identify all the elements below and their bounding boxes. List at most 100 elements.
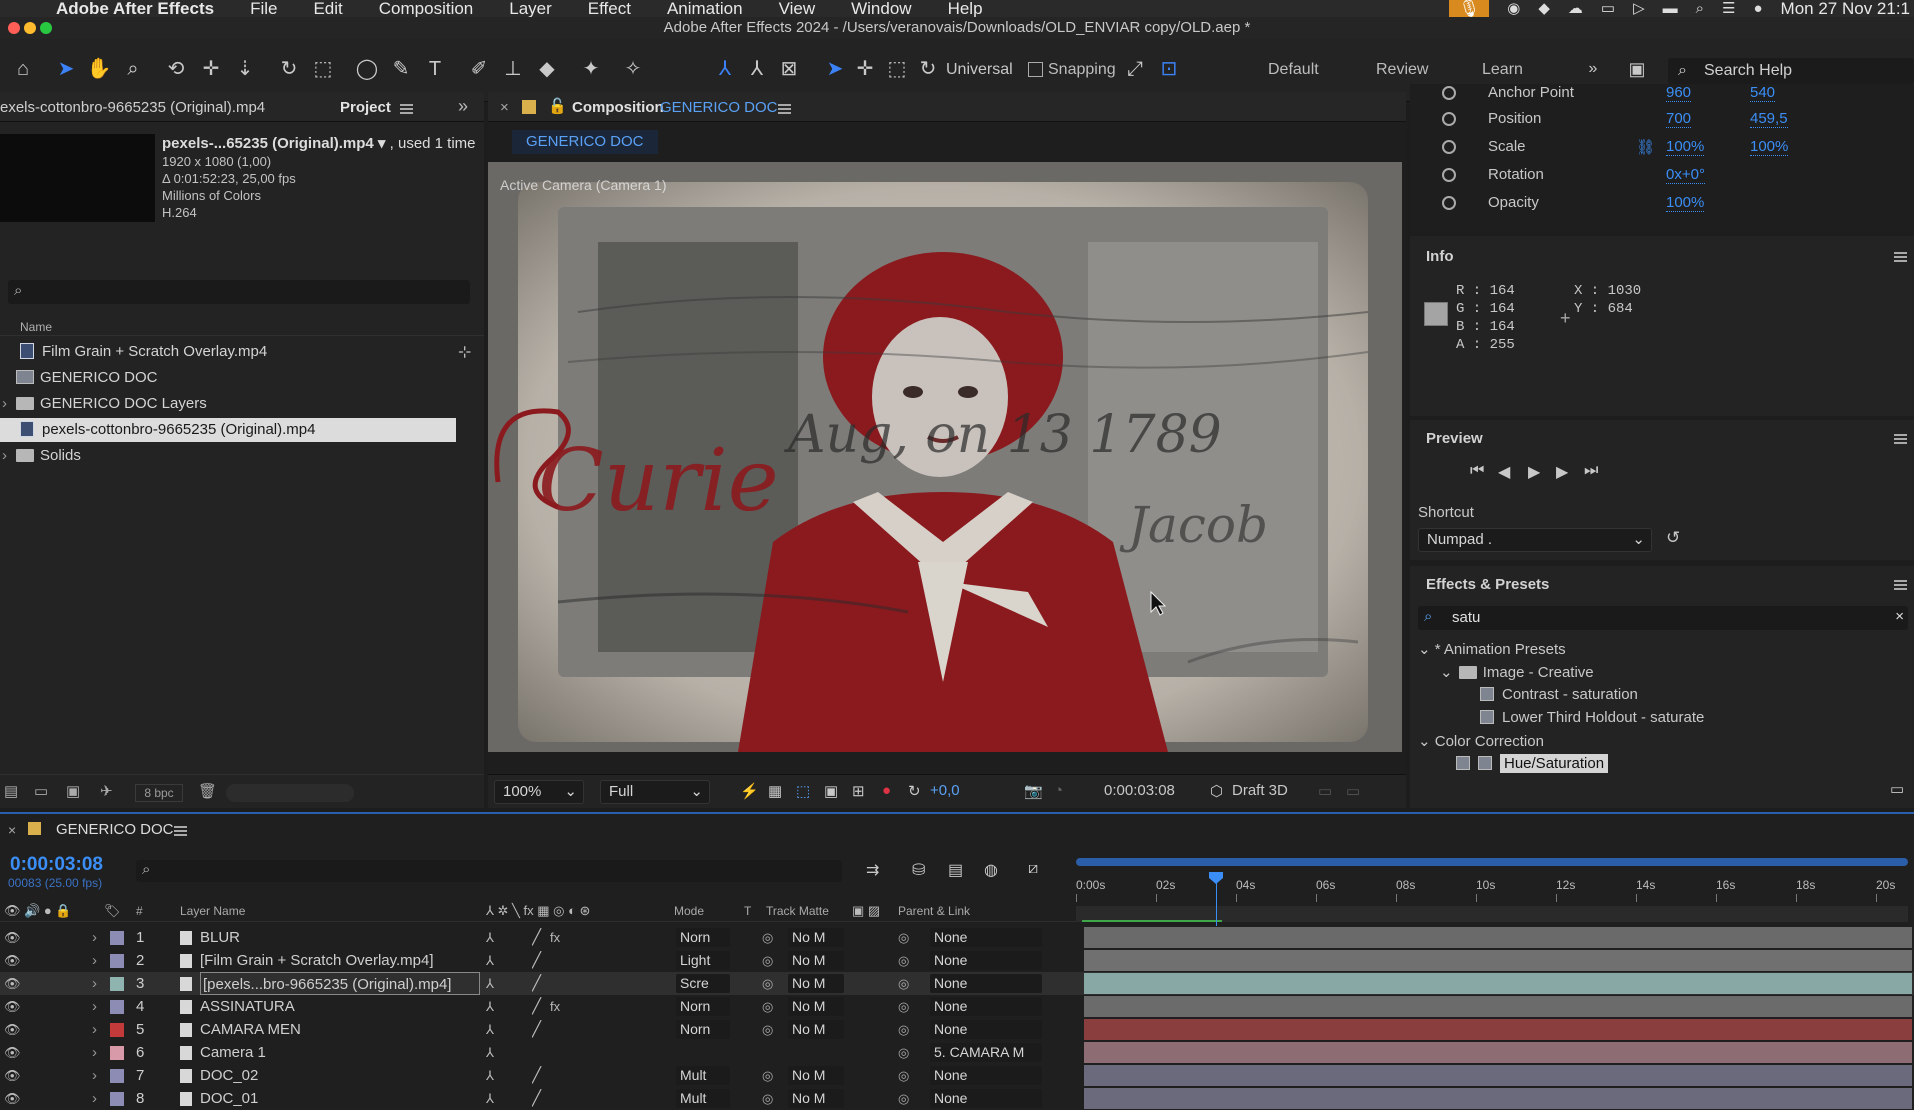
stopwatch-icon[interactable] [1442, 140, 1456, 154]
workspace-panel-icon[interactable]: ▣ [1624, 57, 1650, 81]
snapshot-icon[interactable]: 📷 [1024, 782, 1043, 800]
layer-color-label[interactable] [110, 1069, 124, 1083]
timeline-timecode[interactable]: 0:00:03:08 [10, 854, 103, 876]
pickwhip-icon[interactable]: ◎ [762, 1018, 778, 1041]
chevron-right-icon[interactable]: › [2, 444, 7, 468]
parent-dropdown[interactable]: None [930, 951, 1042, 970]
visibility-eye-icon[interactable]: 👁 [4, 949, 20, 972]
rotation-value[interactable]: 0x+0° [1666, 166, 1705, 184]
previous-frame-icon[interactable]: ◀ [1498, 462, 1510, 482]
clone-stamp-icon[interactable]: ⊥ [500, 57, 526, 81]
axis-world-icon[interactable]: ⅄ [744, 57, 770, 81]
trash-icon[interactable]: 🗑 [198, 782, 217, 800]
siri-icon[interactable]: ● [1753, 0, 1762, 17]
parent-pickwhip-icon[interactable]: ◎ [898, 995, 914, 1018]
stopwatch-icon[interactable] [1442, 168, 1456, 182]
mode-header[interactable]: Mode [674, 904, 704, 918]
clear-search-icon[interactable]: × [1895, 608, 1904, 625]
visibility-eye-icon[interactable]: 👁 [4, 1018, 20, 1041]
menu-app-name[interactable]: Adobe After Effects [56, 0, 214, 17]
shy-switch-icon[interactable]: ⅄ [486, 1064, 504, 1087]
project-search-input[interactable]: ⌕ [8, 280, 470, 304]
close-tab-icon[interactable]: × [500, 99, 509, 116]
layer-color-label[interactable] [110, 1046, 124, 1060]
parent-pickwhip-icon[interactable]: ◎ [898, 1064, 914, 1087]
track-matte-header[interactable]: Track Matte [766, 904, 829, 918]
layer-duration-bar[interactable] [1084, 1065, 1912, 1086]
project-item[interactable]: › Solids [0, 444, 484, 468]
puppet-pin-icon[interactable]: ✧ [620, 57, 646, 81]
shape-tool-icon[interactable]: ◯ [354, 57, 380, 81]
close-window-button[interactable] [8, 22, 20, 34]
layer-row[interactable]: 👁 › 1 BLUR ⅄ ╱ fx Norn ◎ No M ◎ None [0, 926, 1914, 949]
position-x-value[interactable]: 700 [1666, 110, 1692, 128]
blend-mode-dropdown[interactable]: Light [676, 951, 730, 970]
visibility-eye-icon[interactable]: 👁 [4, 972, 20, 995]
quality-switch-icon[interactable]: ╱ [532, 926, 548, 949]
mask-visibility-icon[interactable]: ⬚ [796, 782, 810, 800]
thumbnail-size-slider[interactable] [226, 784, 354, 802]
menu-edit[interactable]: Edit [313, 0, 342, 17]
shy-switch-icon[interactable]: ⅄ [486, 1087, 504, 1110]
channel-icon[interactable]: ● [882, 782, 891, 799]
rotation-tool-icon[interactable]: ↻ [276, 57, 302, 81]
parent-link-header[interactable]: Parent & Link [898, 904, 970, 918]
layer-color-label[interactable] [110, 931, 124, 945]
number-header[interactable]: # [136, 904, 143, 918]
parent-dropdown[interactable]: None [930, 1066, 1042, 1085]
menu-layer[interactable]: Layer [509, 0, 552, 17]
layer-name-header[interactable]: Layer Name [180, 904, 245, 918]
layer-row[interactable]: 👁 › 3 [pexels...bro-9665235 (Original).mp4]… [0, 972, 1914, 995]
viewer-timecode[interactable]: 0:00:03:08 [1104, 782, 1175, 799]
layer-row[interactable]: 👁 › 2 [Film Grain + Scratch Overlay.mp4] ⅄ ╱ L… [0, 949, 1914, 972]
grid-guides-icon[interactable]: ⊞ [852, 782, 865, 800]
parent-dropdown[interactable]: 5. CAMARA M [930, 1043, 1042, 1062]
timeline-comp-name[interactable]: GENERICO DOC [56, 821, 174, 838]
comp-breadcrumb[interactable]: GENERICO DOC [512, 130, 658, 154]
layer-name[interactable]: CAMARA MEN [200, 1018, 480, 1041]
time-ruler[interactable]: 0:00s 02s 04s 06s 08s 10s 12s 14s 16s 18s 20s [1076, 856, 1914, 922]
layer-color-label[interactable] [110, 977, 124, 991]
layer-name[interactable]: [Film Grain + Scratch Overlay.mp4] [200, 949, 480, 972]
layer-duration-bar[interactable] [1084, 927, 1912, 948]
reset-exposure-icon[interactable]: ↻ [908, 782, 921, 800]
tree-preset[interactable]: Contrast - saturation [1480, 686, 1638, 703]
tree-preset[interactable]: Lower Third Holdout - saturate [1480, 709, 1704, 726]
eraser-tool-icon[interactable]: ◆ [534, 57, 560, 81]
track-matte-dropdown[interactable]: No M [788, 1089, 844, 1108]
workspace-default[interactable]: Default [1268, 61, 1319, 79]
fx-switch-icon[interactable]: fx [550, 926, 568, 949]
lock-icon[interactable]: 🔓 [548, 97, 567, 115]
creative-cloud-icon[interactable]: ☁ [1568, 0, 1583, 17]
source-tab[interactable]: exels-cottonbro-9665235 (Original).mp4 [0, 99, 265, 116]
play-circle-icon[interactable]: ▷ [1633, 0, 1645, 17]
track-matte-dropdown[interactable]: No M [788, 928, 844, 947]
parent-dropdown[interactable]: None [930, 1089, 1042, 1108]
axis-view-icon[interactable]: ⊠ [776, 57, 802, 81]
composition-viewer[interactable]: Curie Aug, on 13 1789 Jacob Active Camer… [488, 162, 1402, 752]
blend-mode-dropdown[interactable]: Mult [676, 1089, 730, 1108]
track-matte-dropdown[interactable]: No M [788, 951, 844, 970]
quality-switch-icon[interactable]: ╱ [532, 1064, 548, 1087]
pan-camera-icon[interactable]: ✛ [198, 57, 224, 81]
layer-color-label[interactable] [110, 1000, 124, 1014]
stopwatch-icon[interactable] [1442, 112, 1456, 126]
shy-switch-icon[interactable]: ⅄ [486, 995, 504, 1018]
shortcut-dropdown[interactable]: Numpad . ⌄ [1418, 528, 1652, 552]
parent-dropdown[interactable]: None [930, 928, 1042, 947]
draft-3d-label[interactable]: Draft 3D [1232, 782, 1288, 799]
opacity-value[interactable]: 100% [1666, 194, 1705, 212]
frame-blending-icon[interactable]: ◍ [984, 860, 998, 880]
bit-depth-button[interactable]: 8 bpc [135, 784, 183, 802]
chevron-right-icon[interactable]: › [92, 1041, 104, 1064]
interpret-footage-icon[interactable]: ▤ [4, 782, 18, 800]
effects-search-input[interactable]: ⌕ satu × [1418, 606, 1908, 630]
layer-duration-bar[interactable] [1084, 1019, 1912, 1040]
zoom-window-button[interactable] [40, 22, 52, 34]
stopwatch-icon[interactable] [1442, 86, 1456, 100]
menu-file[interactable]: File [250, 0, 277, 17]
parent-dropdown[interactable]: None [930, 997, 1042, 1016]
project-item[interactable]: GENERICO DOC [0, 366, 484, 390]
draft-3d-icon[interactable]: ⬡ [1210, 782, 1223, 800]
shy-switch-icon[interactable]: ⅄ [486, 1041, 504, 1064]
